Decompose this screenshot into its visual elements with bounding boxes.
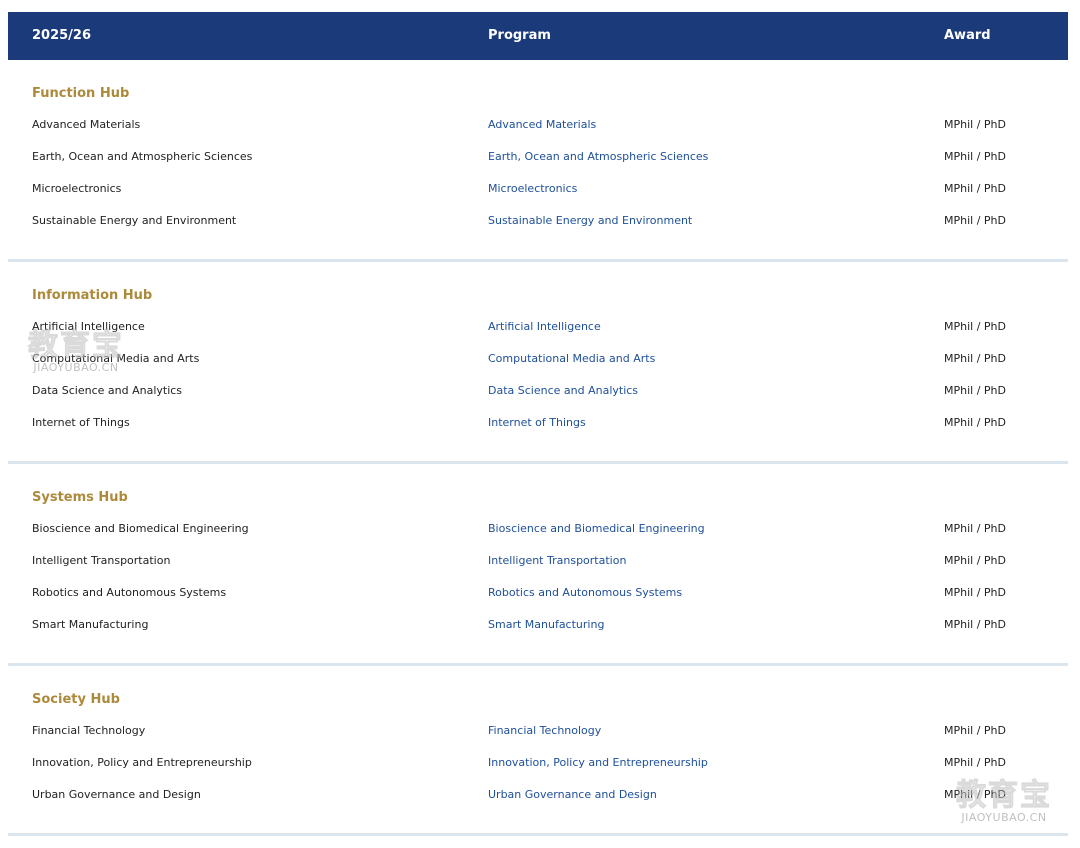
row-award: MPhil / PhD — [944, 724, 1006, 737]
table-row: Bioscience and Biomedical Engineering Bi… — [8, 519, 1068, 539]
program-link[interactable]: Robotics and Autonomous Systems — [488, 583, 682, 603]
section-divider — [8, 461, 1068, 464]
table-row: Data Science and Analytics Data Science … — [8, 381, 1068, 401]
table-row: Earth, Ocean and Atmospheric Sciences Ea… — [8, 147, 1068, 167]
row-name: Internet of Things — [32, 416, 130, 429]
program-link[interactable]: Artificial Intelligence — [488, 317, 601, 337]
hub-title: Function Hub — [32, 86, 130, 101]
row-name: Artificial Intelligence — [32, 320, 145, 333]
row-name: Robotics and Autonomous Systems — [32, 586, 227, 599]
row-award: MPhil / PhD — [944, 150, 1006, 163]
section-divider — [8, 663, 1068, 666]
row-award: MPhil / PhD — [944, 522, 1006, 535]
program-link[interactable]: Earth, Ocean and Atmospheric Sciences — [488, 147, 708, 167]
row-award: MPhil / PhD — [944, 118, 1006, 131]
row-name: Data Science and Analytics — [32, 384, 183, 397]
row-name: Computational Media and Arts — [32, 352, 200, 365]
program-link[interactable]: Innovation, Policy and Entrepreneurship — [488, 753, 708, 773]
row-name: Earth, Ocean and Atmospheric Sciences — [32, 150, 253, 163]
hub-title: Society Hub — [32, 692, 120, 707]
row-award: MPhil / PhD — [944, 320, 1006, 333]
award-column-header: Award — [944, 28, 991, 43]
row-award: MPhil / PhD — [944, 384, 1006, 397]
hub-section-society: Society Hub Financial Technology Financi… — [8, 690, 1068, 820]
section-divider — [8, 833, 1068, 836]
row-name: Urban Governance and Design — [32, 788, 201, 801]
program-link[interactable]: Data Science and Analytics — [488, 381, 638, 401]
program-link[interactable]: Internet of Things — [488, 413, 586, 433]
row-name: Bioscience and Biomedical Engineering — [32, 522, 249, 535]
row-award: MPhil / PhD — [944, 788, 1006, 801]
row-award: MPhil / PhD — [944, 586, 1006, 599]
program-link[interactable]: Computational Media and Arts — [488, 349, 655, 369]
hub-title: Systems Hub — [32, 490, 128, 505]
row-name: Sustainable Energy and Environment — [32, 214, 237, 227]
table-row: Artificial Intelligence Artificial Intel… — [8, 317, 1068, 337]
table-row: Computational Media and Arts Computation… — [8, 349, 1068, 369]
program-column-header: Program — [488, 28, 551, 43]
row-name: Advanced Materials — [32, 118, 141, 131]
table-row: Robotics and Autonomous Systems Robotics… — [8, 583, 1068, 603]
table-row: Advanced Materials Advanced Materials MP… — [8, 115, 1068, 135]
section-divider — [8, 259, 1068, 262]
row-award: MPhil / PhD — [944, 352, 1006, 365]
row-award: MPhil / PhD — [944, 182, 1006, 195]
hub-section-systems: Systems Hub Bioscience and Biomedical En… — [8, 488, 1068, 648]
table-row: Sustainable Energy and Environment Susta… — [8, 211, 1068, 231]
row-award: MPhil / PhD — [944, 756, 1006, 769]
program-link[interactable]: Advanced Materials — [488, 115, 596, 135]
table-row: Intelligent Transportation Intelligent T… — [8, 551, 1068, 571]
year-column-header: 2025/26 — [32, 28, 92, 43]
program-link[interactable]: Intelligent Transportation — [488, 551, 626, 571]
hub-title: Information Hub — [32, 288, 153, 303]
program-link[interactable]: Smart Manufacturing — [488, 615, 604, 635]
table-row: Microelectronics Microelectronics MPhil … — [8, 179, 1068, 199]
table-row: Financial Technology Financial Technolog… — [8, 721, 1068, 741]
hub-section-function: Function Hub Advanced Materials Advanced… — [8, 84, 1068, 244]
program-link[interactable]: Bioscience and Biomedical Engineering — [488, 519, 705, 539]
program-link[interactable]: Urban Governance and Design — [488, 785, 657, 805]
table-row: Internet of Things Internet of Things MP… — [8, 413, 1068, 433]
program-link[interactable]: Microelectronics — [488, 179, 577, 199]
row-award: MPhil / PhD — [944, 618, 1006, 631]
row-award: MPhil / PhD — [944, 214, 1006, 227]
table-row: Urban Governance and Design Urban Govern… — [8, 785, 1068, 805]
table-header: 2025/26 Program Award — [8, 12, 1068, 60]
row-name: Innovation, Policy and Entrepreneurship — [32, 756, 252, 769]
row-name: Intelligent Transportation — [32, 554, 171, 567]
table-row: Innovation, Policy and Entrepreneurship … — [8, 753, 1068, 773]
row-award: MPhil / PhD — [944, 416, 1006, 429]
row-name: Financial Technology — [32, 724, 146, 737]
table-row: Smart Manufacturing Smart Manufacturing … — [8, 615, 1068, 635]
program-link[interactable]: Financial Technology — [488, 721, 601, 741]
row-award: MPhil / PhD — [944, 554, 1006, 567]
row-name: Smart Manufacturing — [32, 618, 149, 631]
hub-section-information: Information Hub Artificial Intelligence … — [8, 286, 1068, 446]
row-name: Microelectronics — [32, 182, 122, 195]
program-link[interactable]: Sustainable Energy and Environment — [488, 211, 692, 231]
